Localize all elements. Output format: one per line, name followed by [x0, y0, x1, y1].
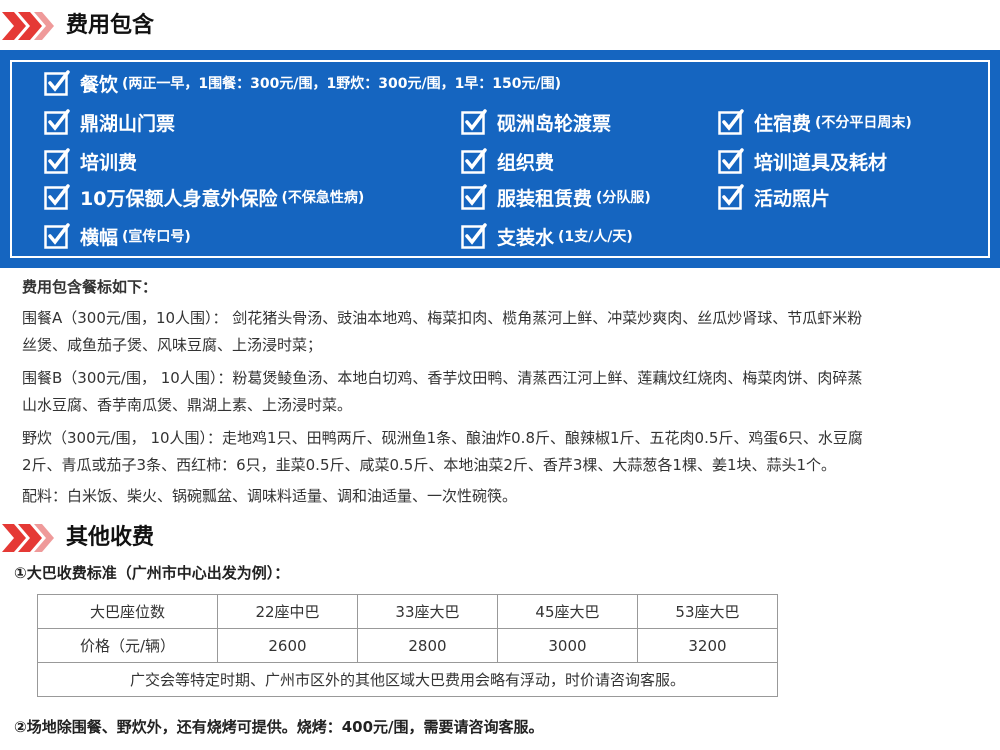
inclusion-note: (两正一早，1围餐：300元/围，1野炊：300元/围，1早：150元/围) — [122, 76, 562, 92]
menu-heading: 费用包含餐标如下： — [22, 278, 158, 296]
checkbox-checked-icon — [44, 184, 70, 210]
table-cell: 53座大巴 — [636, 594, 779, 629]
inclusion-item: 活动照片 — [718, 181, 830, 213]
inclusion-item: 住宿费 (不分平日周末) — [718, 106, 912, 138]
table-cell: 2800 — [356, 628, 498, 663]
inclusion-label: 餐饮 — [80, 73, 119, 96]
menu-line: 野炊（300元/围， 10人围）：走地鸡1只、田鸭两斤、砚洲鱼1条、酿油炸0.8… — [22, 429, 863, 447]
table-row: 价格（元/辆） 2600 2800 3000 3200 — [37, 628, 779, 663]
table-note: 广交会等特定时期、广州市区外的其他区域大巴费用会略有浮动，时价请咨询客服。 — [37, 662, 778, 697]
table-cell: 45座大巴 — [496, 594, 638, 629]
inclusion-label: 服装租赁费 — [497, 187, 593, 210]
checkbox-checked-icon — [461, 184, 487, 210]
checkbox-checked-icon — [461, 223, 487, 249]
checkbox-checked-icon — [718, 109, 744, 135]
checkbox-checked-icon — [461, 148, 487, 174]
inclusion-item: 支装水 (1支/人/天) — [461, 220, 633, 252]
checkbox-checked-icon — [718, 148, 744, 174]
table-cell: 3000 — [496, 628, 638, 663]
inclusion-item: 横幅 (宣传口号) — [44, 220, 191, 252]
table-row: 大巴座位数 22座中巴 33座大巴 45座大巴 53座大巴 — [37, 594, 779, 629]
menu-line: 山水豆腐、香芋南瓜煲、鼎湖上素、上汤浸时菜。 — [22, 396, 353, 414]
inclusion-label: 组织费 — [497, 151, 555, 174]
inclusion-label: 横幅 — [80, 226, 119, 249]
table-cell: 22座中巴 — [217, 594, 358, 629]
table-cell: 2600 — [217, 628, 358, 663]
inclusion-note: (不分平日周末) — [815, 115, 912, 131]
checkbox-checked-icon — [461, 109, 487, 135]
inclusion-label: 10万保额人身意外保险 — [80, 187, 278, 210]
checkbox-checked-icon — [44, 148, 70, 174]
table-cell: 3200 — [636, 628, 779, 663]
inclusion-item: 鼎湖山门票 — [44, 106, 175, 138]
menu-line: 配料：白米饭、柴火、锅碗瓢盆、调味料适量、调和油适量、一次性碗筷。 — [22, 487, 518, 505]
inclusion-note: (宣传口号) — [122, 229, 191, 245]
section-title: 费用包含 — [66, 13, 155, 38]
section-title: 其他收费 — [66, 525, 155, 550]
inclusion-item: 服装租赁费 (分队服) — [461, 181, 651, 213]
table-cell: 价格（元/辆） — [37, 628, 218, 663]
bbq-footnote: ②场地除围餐、野炊外，还有烧烤可提供。烧烤：400元/围，需要请咨询客服。 — [14, 718, 544, 736]
menu-line: 围餐A（300元/围，10人围）： 剑花猪头骨汤、豉油本地鸡、梅菜扣肉、榄角蒸河… — [22, 309, 863, 327]
inclusion-label: 砚洲岛轮渡票 — [497, 112, 612, 135]
inclusion-note: (1支/人/天) — [558, 229, 633, 245]
inclusion-note: (分队服) — [596, 190, 651, 206]
inclusion-label: 支装水 — [497, 226, 555, 249]
inclusion-label: 鼎湖山门票 — [80, 112, 176, 135]
inclusion-item-meals: 餐饮 (两正一早，1围餐：300元/围，1野炊：300元/围，1早：150元/围… — [44, 67, 561, 99]
inclusions-panel: 餐饮 (两正一早，1围餐：300元/围，1野炊：300元/围，1早：150元/围… — [0, 50, 1000, 268]
checkbox-checked-icon — [44, 109, 70, 135]
inclusion-label: 住宿费 — [754, 112, 812, 135]
checkbox-checked-icon — [44, 70, 70, 96]
inclusion-label: 培训费 — [80, 151, 138, 174]
section-header-other-fees: 其他收费 — [0, 516, 1000, 556]
inclusion-item: 砚洲岛轮渡票 — [461, 106, 611, 138]
bus-fee-heading: ①大巴收费标准（广州市中心出发为例）： — [14, 564, 290, 582]
bus-fee-table: 大巴座位数 22座中巴 33座大巴 45座大巴 53座大巴 价格（元/辆） 26… — [37, 594, 779, 697]
inclusion-label: 活动照片 — [754, 187, 831, 210]
inclusion-label: 培训道具及耗材 — [754, 151, 888, 174]
inclusion-item: 培训道具及耗材 — [718, 145, 887, 177]
menu-line: 围餐B（300元/围， 10人围）：粉葛煲鲮鱼汤、本地白切鸡、香芋炆田鸭、清蒸西… — [22, 369, 863, 387]
inclusion-item: 10万保额人身意外保险 (不保急性病) — [44, 181, 364, 213]
menu-line: 丝煲、咸鱼茄子煲、风味豆腐、上汤浸时菜； — [22, 336, 323, 354]
double-chevron-icon — [2, 12, 54, 40]
table-cell: 33座大巴 — [356, 594, 498, 629]
table-row: 广交会等特定时期、广州市区外的其他区域大巴费用会略有浮动，时价请咨询客服。 — [37, 662, 778, 697]
checkbox-checked-icon — [718, 184, 744, 210]
double-chevron-icon — [2, 524, 54, 552]
menu-line: 2斤、青瓜或茄子3条、西红柿：6只，韭菜0.5斤、咸菜0.5斤、本地油菜2斤、香… — [22, 456, 837, 474]
inclusion-note: (不保急性病) — [281, 190, 365, 206]
menu-details: 费用包含餐标如下： 围餐A（300元/围，10人围）： 剑花猪头骨汤、豉油本地鸡… — [22, 274, 982, 510]
section-header-inclusions: 费用包含 — [0, 4, 1000, 44]
table-cell: 大巴座位数 — [37, 594, 218, 629]
inclusion-item: 组织费 — [461, 145, 554, 177]
inclusion-item: 培训费 — [44, 145, 137, 177]
checkbox-checked-icon — [44, 223, 70, 249]
